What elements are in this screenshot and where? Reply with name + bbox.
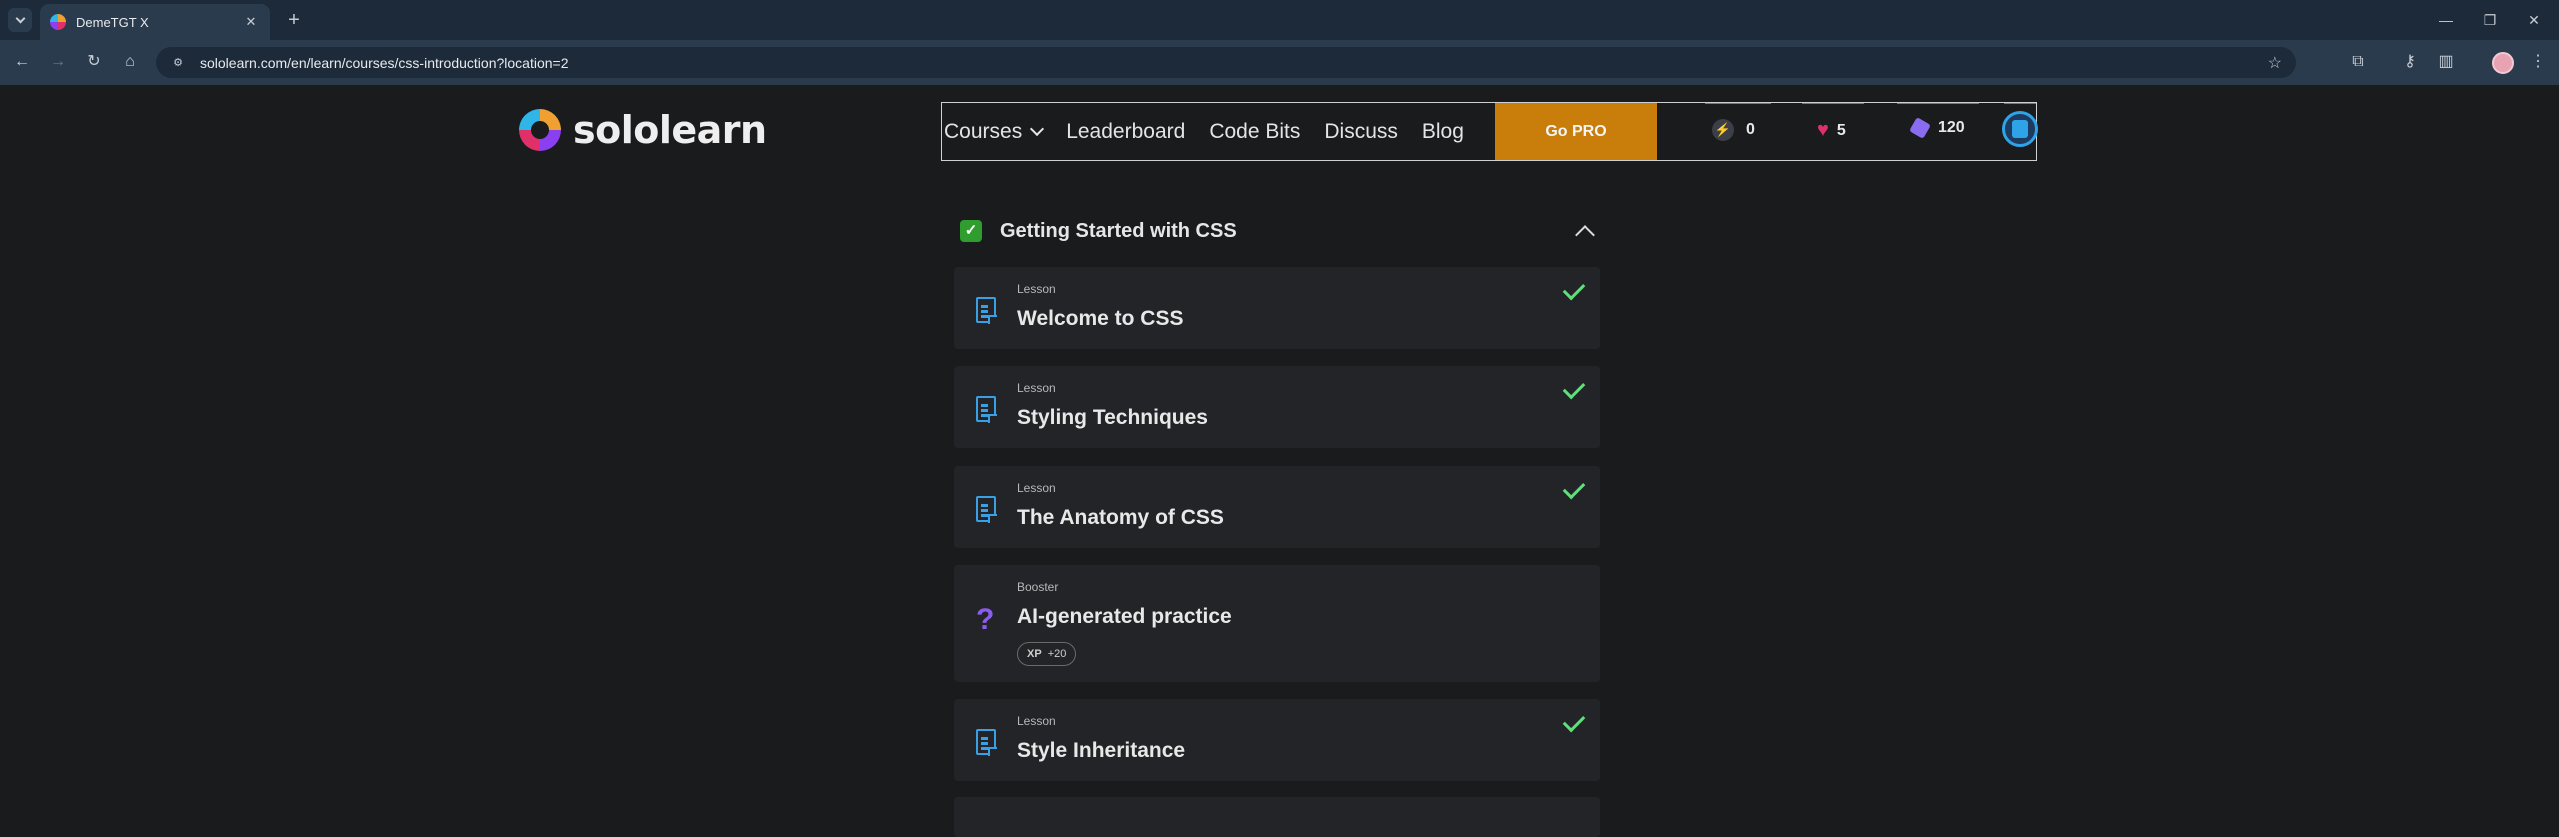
gems-divider (1897, 103, 1979, 104)
gem-icon (1909, 117, 1931, 139)
home-icon[interactable]: ⌂ (118, 50, 142, 74)
nav-discuss[interactable]: Discuss (1312, 120, 1410, 144)
restore-button[interactable]: ❐ (2478, 8, 2502, 32)
lesson-card[interactable] (954, 797, 1600, 837)
minimize-button[interactable]: — (2434, 8, 2458, 32)
module-header[interactable]: ✓ Getting Started with CSS (960, 216, 1600, 246)
site-header: sololearn Courses Leaderboard Code Bits … (0, 85, 2559, 165)
xp-label: XP (1027, 648, 1042, 660)
favicon-icon (50, 14, 66, 30)
user-avatar[interactable] (2002, 111, 2038, 147)
password-key-icon[interactable]: ⚷ (2398, 50, 2422, 74)
document-icon (976, 396, 997, 423)
heart-icon: ♥ (1817, 119, 1829, 141)
logo-text: sololearn (573, 108, 767, 152)
tab-close-button[interactable]: ✕ (242, 14, 260, 30)
streak-value: 0 (1746, 121, 1755, 138)
lesson-card[interactable]: Lesson Welcome to CSS (954, 267, 1600, 349)
checkmark-icon (1562, 277, 1586, 301)
address-bar[interactable]: ⚙ sololearn.com/en/learn/courses/css-int… (156, 47, 2296, 78)
item-type: Lesson (1017, 381, 1056, 395)
close-window-button[interactable]: ✕ (2522, 8, 2546, 32)
booster-card[interactable]: ? Booster AI-generated practice XP +20 (954, 565, 1600, 682)
item-type: Lesson (1017, 714, 1056, 728)
gems-counter[interactable]: 120 (1909, 117, 1965, 139)
sololearn-logo[interactable]: sololearn (515, 105, 767, 155)
lesson-card[interactable]: Lesson Styling Techniques (954, 366, 1600, 448)
chevron-down-icon (1030, 121, 1045, 136)
browser-toolbar: ← → ↻ ⌂ ⚙ sololearn.com/en/learn/courses… (0, 40, 2559, 85)
nav-leaderboard[interactable]: Leaderboard (1054, 120, 1197, 144)
avatar-figure-icon (2012, 120, 2028, 138)
item-title: Welcome to CSS (1017, 307, 1184, 330)
new-tab-button[interactable]: + (282, 8, 306, 32)
nav-courses-label: Courses (944, 119, 1023, 143)
item-title: Style Inheritance (1017, 739, 1186, 762)
hearts-counter[interactable]: ♥ 5 (1817, 119, 1846, 142)
item-title: The Anatomy of CSS (1017, 506, 1224, 529)
page-content: sololearn Courses Leaderboard Code Bits … (0, 85, 2559, 837)
avatar-divider (2004, 103, 2036, 104)
lesson-card[interactable]: Lesson Style Inheritance (954, 699, 1600, 781)
profile-avatar[interactable] (2492, 52, 2514, 74)
document-icon (976, 297, 997, 324)
checkmark-icon (1562, 476, 1586, 500)
nav-courses[interactable]: Courses (942, 120, 1054, 144)
extensions-icon[interactable]: ⧉ (2346, 50, 2370, 74)
browser-tab-bar: DemeTGT X ✕ + — ❐ ✕ (0, 0, 2559, 40)
url-text[interactable]: sololearn.com/en/learn/courses/css-intro… (200, 55, 2268, 71)
streak-divider (1705, 103, 1771, 104)
back-arrow-icon[interactable]: ← (10, 50, 34, 74)
site-settings-icon[interactable]: ⚙ (170, 55, 186, 71)
hearts-value: 5 (1836, 121, 1846, 139)
item-type: Lesson (1017, 282, 1056, 296)
hearts-divider (1802, 103, 1864, 104)
nav-blog[interactable]: Blog (1410, 120, 1476, 144)
chevron-up-icon[interactable] (1575, 225, 1595, 245)
lesson-card[interactable]: Lesson The Anatomy of CSS (954, 466, 1600, 548)
sololearn-logo-icon (519, 109, 561, 151)
item-type: Lesson (1017, 481, 1056, 495)
document-icon (976, 729, 997, 756)
item-title: Styling Techniques (1017, 406, 1208, 429)
item-title: AI-generated practice (1017, 605, 1232, 628)
chevron-down-icon (15, 13, 25, 23)
forward-arrow-icon[interactable]: → (46, 50, 70, 74)
nav-code-bits[interactable]: Code Bits (1197, 120, 1312, 144)
bookmark-star-icon[interactable]: ☆ (2268, 53, 2282, 73)
checkmark-icon (1562, 376, 1586, 400)
xp-reward-badge: XP +20 (1017, 642, 1077, 666)
streak-counter[interactable]: ⚡ 0 (1712, 119, 1755, 141)
module-title: Getting Started with CSS (1000, 219, 1237, 242)
question-mark-icon: ? (976, 603, 995, 636)
reading-mode-icon[interactable]: ▥ (2434, 50, 2458, 74)
xp-value: +20 (1047, 648, 1067, 660)
browser-tab[interactable]: DemeTGT X ✕ (40, 4, 270, 40)
gems-value: 120 (1938, 119, 1965, 136)
main-nav: Courses Leaderboard Code Bits Discuss Bl… (941, 102, 2038, 161)
lightning-bolt-icon: ⚡ (1712, 119, 1734, 141)
item-type: Booster (1017, 580, 1059, 594)
reload-icon[interactable]: ↻ (82, 50, 106, 74)
menu-kebab-icon[interactable]: ⋮ (2526, 50, 2550, 74)
go-pro-button[interactable]: Go PRO (1495, 103, 1657, 160)
tab-search-button[interactable] (8, 8, 32, 32)
module-complete-checkbox-icon: ✓ (960, 220, 982, 242)
checkmark-icon (1562, 709, 1586, 733)
tab-title: DemeTGT X (76, 14, 149, 30)
document-icon (976, 496, 997, 523)
